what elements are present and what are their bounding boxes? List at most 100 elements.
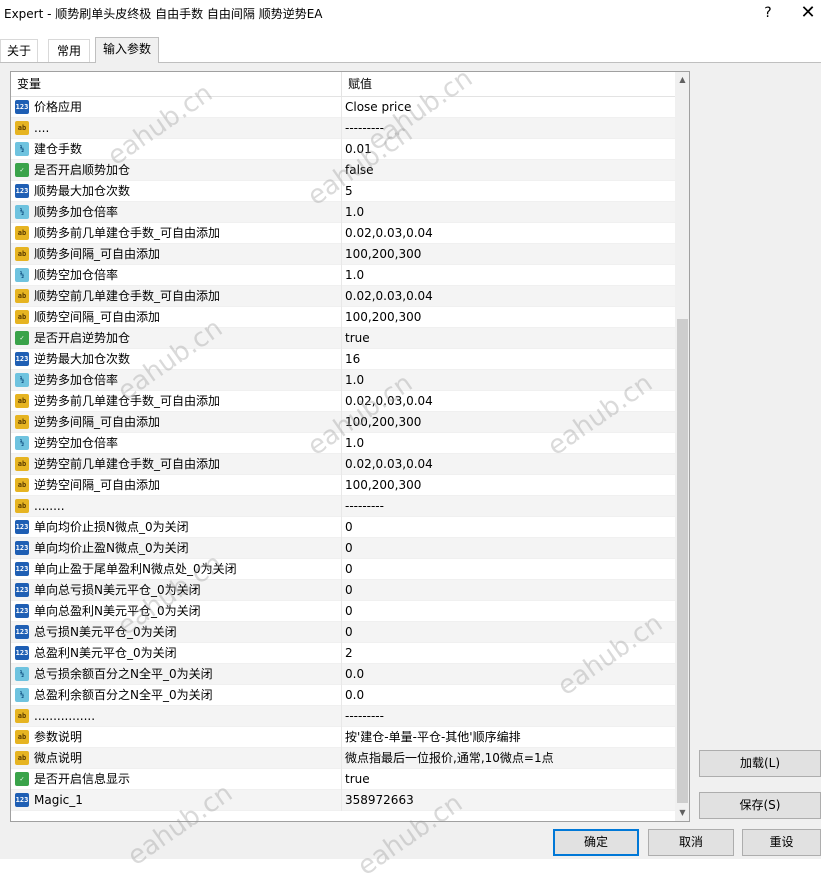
cell-divider [341, 202, 342, 223]
parameter-value[interactable]: 100,200,300 [345, 244, 421, 265]
parameter-row[interactable]: ab 顺势空前几单建仓手数_可自由添加 0.02,0.03,0.04 [11, 286, 675, 307]
parameter-value[interactable]: 0 [345, 622, 353, 643]
parameter-value[interactable]: 1.0 [345, 265, 364, 286]
parameter-row[interactable]: ab 顺势多前几单建仓手数_可自由添加 0.02,0.03,0.04 [11, 223, 675, 244]
parameter-row[interactable]: ab 微点说明 微点指最后一位报价,通常,10微点=1点 [11, 748, 675, 769]
parameter-value[interactable]: --------- [345, 118, 384, 139]
tab-about[interactable]: 关于 [0, 39, 38, 62]
parameter-value[interactable]: 100,200,300 [345, 475, 421, 496]
dbl-type-icon: ½ [15, 436, 29, 450]
parameter-row[interactable]: ab 逆势多间隔_可自由添加 100,200,300 [11, 412, 675, 433]
parameter-row[interactable]: 123 单向总盈利N美元平仓_0为关闭 0 [11, 601, 675, 622]
parameter-row[interactable]: 123 价格应用 Close price [11, 97, 675, 118]
parameter-row[interactable]: ab 逆势空间隔_可自由添加 100,200,300 [11, 475, 675, 496]
parameter-value[interactable]: 2 [345, 643, 353, 664]
parameter-row[interactable]: 123 总亏损N美元平仓_0为关闭 0 [11, 622, 675, 643]
close-icon[interactable]: ✕ [796, 2, 820, 24]
str-type-icon: ab [15, 499, 29, 513]
parameter-row[interactable]: ½ 总亏损余额百分之N全平_0为关闭 0.0 [11, 664, 675, 685]
parameter-value[interactable]: 0 [345, 580, 353, 601]
parameter-value[interactable]: 100,200,300 [345, 307, 421, 328]
parameter-value[interactable]: 1.0 [345, 202, 364, 223]
parameter-value[interactable]: 358972663 [345, 790, 414, 811]
cell-divider [341, 349, 342, 370]
parameter-value[interactable]: true [345, 769, 370, 790]
int-type-icon: 123 [15, 352, 29, 366]
parameter-row[interactable]: ab................ --------- [11, 706, 675, 727]
tab-inputs[interactable]: 输入参数 [95, 37, 159, 63]
help-button[interactable]: ? [756, 2, 780, 24]
parameter-row[interactable]: ab 顺势多间隔_可自由添加 100,200,300 [11, 244, 675, 265]
parameter-row[interactable]: 123 单向止盈于尾单盈利N微点处_0为关闭 0 [11, 559, 675, 580]
cancel-button[interactable]: 取消 [648, 829, 734, 856]
str-type-icon: ab [15, 415, 29, 429]
parameter-value[interactable]: 0.02,0.03,0.04 [345, 391, 433, 412]
cell-divider [341, 496, 342, 517]
parameter-value[interactable]: Close price [345, 97, 411, 118]
parameter-value[interactable]: 5 [345, 181, 353, 202]
parameter-row[interactable]: ½ 建仓手数 0.01 [11, 139, 675, 160]
parameter-row[interactable]: 123 总盈利N美元平仓_0为关闭 2 [11, 643, 675, 664]
cell-divider [341, 706, 342, 727]
parameter-value[interactable]: 0.0 [345, 664, 364, 685]
parameter-row[interactable]: ½ 总盈利余额百分之N全平_0为关闭 0.0 [11, 685, 675, 706]
parameter-name: 顺势最大加仓次数 [34, 184, 131, 198]
parameter-row[interactable]: ab........ --------- [11, 496, 675, 517]
parameter-value[interactable]: 按'建仓-单量-平仓-其他'顺序编排 [345, 727, 521, 748]
dbl-type-icon: ½ [15, 268, 29, 282]
parameter-row[interactable]: ½ 顺势多加仓倍率 1.0 [11, 202, 675, 223]
parameter-value[interactable]: 0 [345, 559, 353, 580]
parameter-value[interactable]: 100,200,300 [345, 412, 421, 433]
parameter-row[interactable]: 123 单向均价止损N微点_0为关闭 0 [11, 517, 675, 538]
reset-button[interactable]: 重设 [742, 829, 821, 856]
parameter-name: 顺势空前几单建仓手数_可自由添加 [34, 289, 221, 303]
parameter-value[interactable]: 0.01 [345, 139, 372, 160]
parameter-row[interactable]: ½ 逆势多加仓倍率 1.0 [11, 370, 675, 391]
parameter-row[interactable]: 123 顺势最大加仓次数 5 [11, 181, 675, 202]
cell-divider [341, 307, 342, 328]
window-title: Expert - 顺势刷单头皮终极 自由手数 自由间隔 顺势逆势EA [4, 7, 323, 21]
parameter-row[interactable]: ✓ 是否开启逆势加仓 true [11, 328, 675, 349]
parameter-value[interactable]: 1.0 [345, 433, 364, 454]
parameter-row[interactable]: ab 逆势多前几单建仓手数_可自由添加 0.02,0.03,0.04 [11, 391, 675, 412]
scrollbar-thumb[interactable] [677, 319, 688, 803]
tab-common[interactable]: 常用 [48, 39, 90, 62]
parameter-value[interactable]: 0.02,0.03,0.04 [345, 286, 433, 307]
load-button[interactable]: 加载(L) [699, 750, 821, 777]
parameter-name: 总亏损N美元平仓_0为关闭 [34, 625, 177, 639]
parameter-row[interactable]: ab 顺势空间隔_可自由添加 100,200,300 [11, 307, 675, 328]
scroll-down-icon[interactable]: ▼ [675, 805, 689, 821]
parameter-row[interactable]: ab 逆势空前几单建仓手数_可自由添加 0.02,0.03,0.04 [11, 454, 675, 475]
column-header-variable[interactable]: 变量 [11, 72, 341, 96]
parameter-row[interactable]: ✓ 是否开启信息显示 true [11, 769, 675, 790]
parameter-value[interactable]: 0 [345, 601, 353, 622]
parameter-name: 建仓手数 [34, 142, 83, 156]
column-header-value[interactable]: 赋值 [342, 72, 668, 96]
parameter-row[interactable]: 123 逆势最大加仓次数 16 [11, 349, 675, 370]
parameter-row[interactable]: ✓ 是否开启顺势加仓 false [11, 160, 675, 181]
ok-button[interactable]: 确定 [553, 829, 639, 856]
cell-divider [341, 601, 342, 622]
parameter-value[interactable]: 0.02,0.03,0.04 [345, 454, 433, 475]
parameter-value[interactable]: 0.02,0.03,0.04 [345, 223, 433, 244]
parameter-value[interactable]: 0 [345, 538, 353, 559]
parameter-value[interactable]: 0.0 [345, 685, 364, 706]
parameter-value[interactable]: true [345, 328, 370, 349]
save-button[interactable]: 保存(S) [699, 792, 821, 819]
parameter-row[interactable]: ab.... --------- [11, 118, 675, 139]
parameter-value[interactable]: 16 [345, 349, 360, 370]
parameter-value[interactable]: 1.0 [345, 370, 364, 391]
parameter-value[interactable]: --------- [345, 496, 384, 517]
scroll-up-icon[interactable]: ▲ [675, 72, 689, 88]
parameter-row[interactable]: 123 单向总亏损N美元平仓_0为关闭 0 [11, 580, 675, 601]
parameter-value[interactable]: --------- [345, 706, 384, 727]
parameter-row[interactable]: ½ 逆势空加仓倍率 1.0 [11, 433, 675, 454]
vertical-scrollbar[interactable]: ▲ ▼ [675, 72, 689, 821]
parameter-value[interactable]: 0 [345, 517, 353, 538]
parameter-row[interactable]: ½ 顺势空加仓倍率 1.0 [11, 265, 675, 286]
parameter-value[interactable]: false [345, 160, 374, 181]
parameter-row[interactable]: 123 单向均价止盈N微点_0为关闭 0 [11, 538, 675, 559]
parameter-row[interactable]: 123 Magic_1 358972663 [11, 790, 675, 811]
parameter-value[interactable]: 微点指最后一位报价,通常,10微点=1点 [345, 748, 554, 769]
parameter-row[interactable]: ab 参数说明 按'建仓-单量-平仓-其他'顺序编排 [11, 727, 675, 748]
